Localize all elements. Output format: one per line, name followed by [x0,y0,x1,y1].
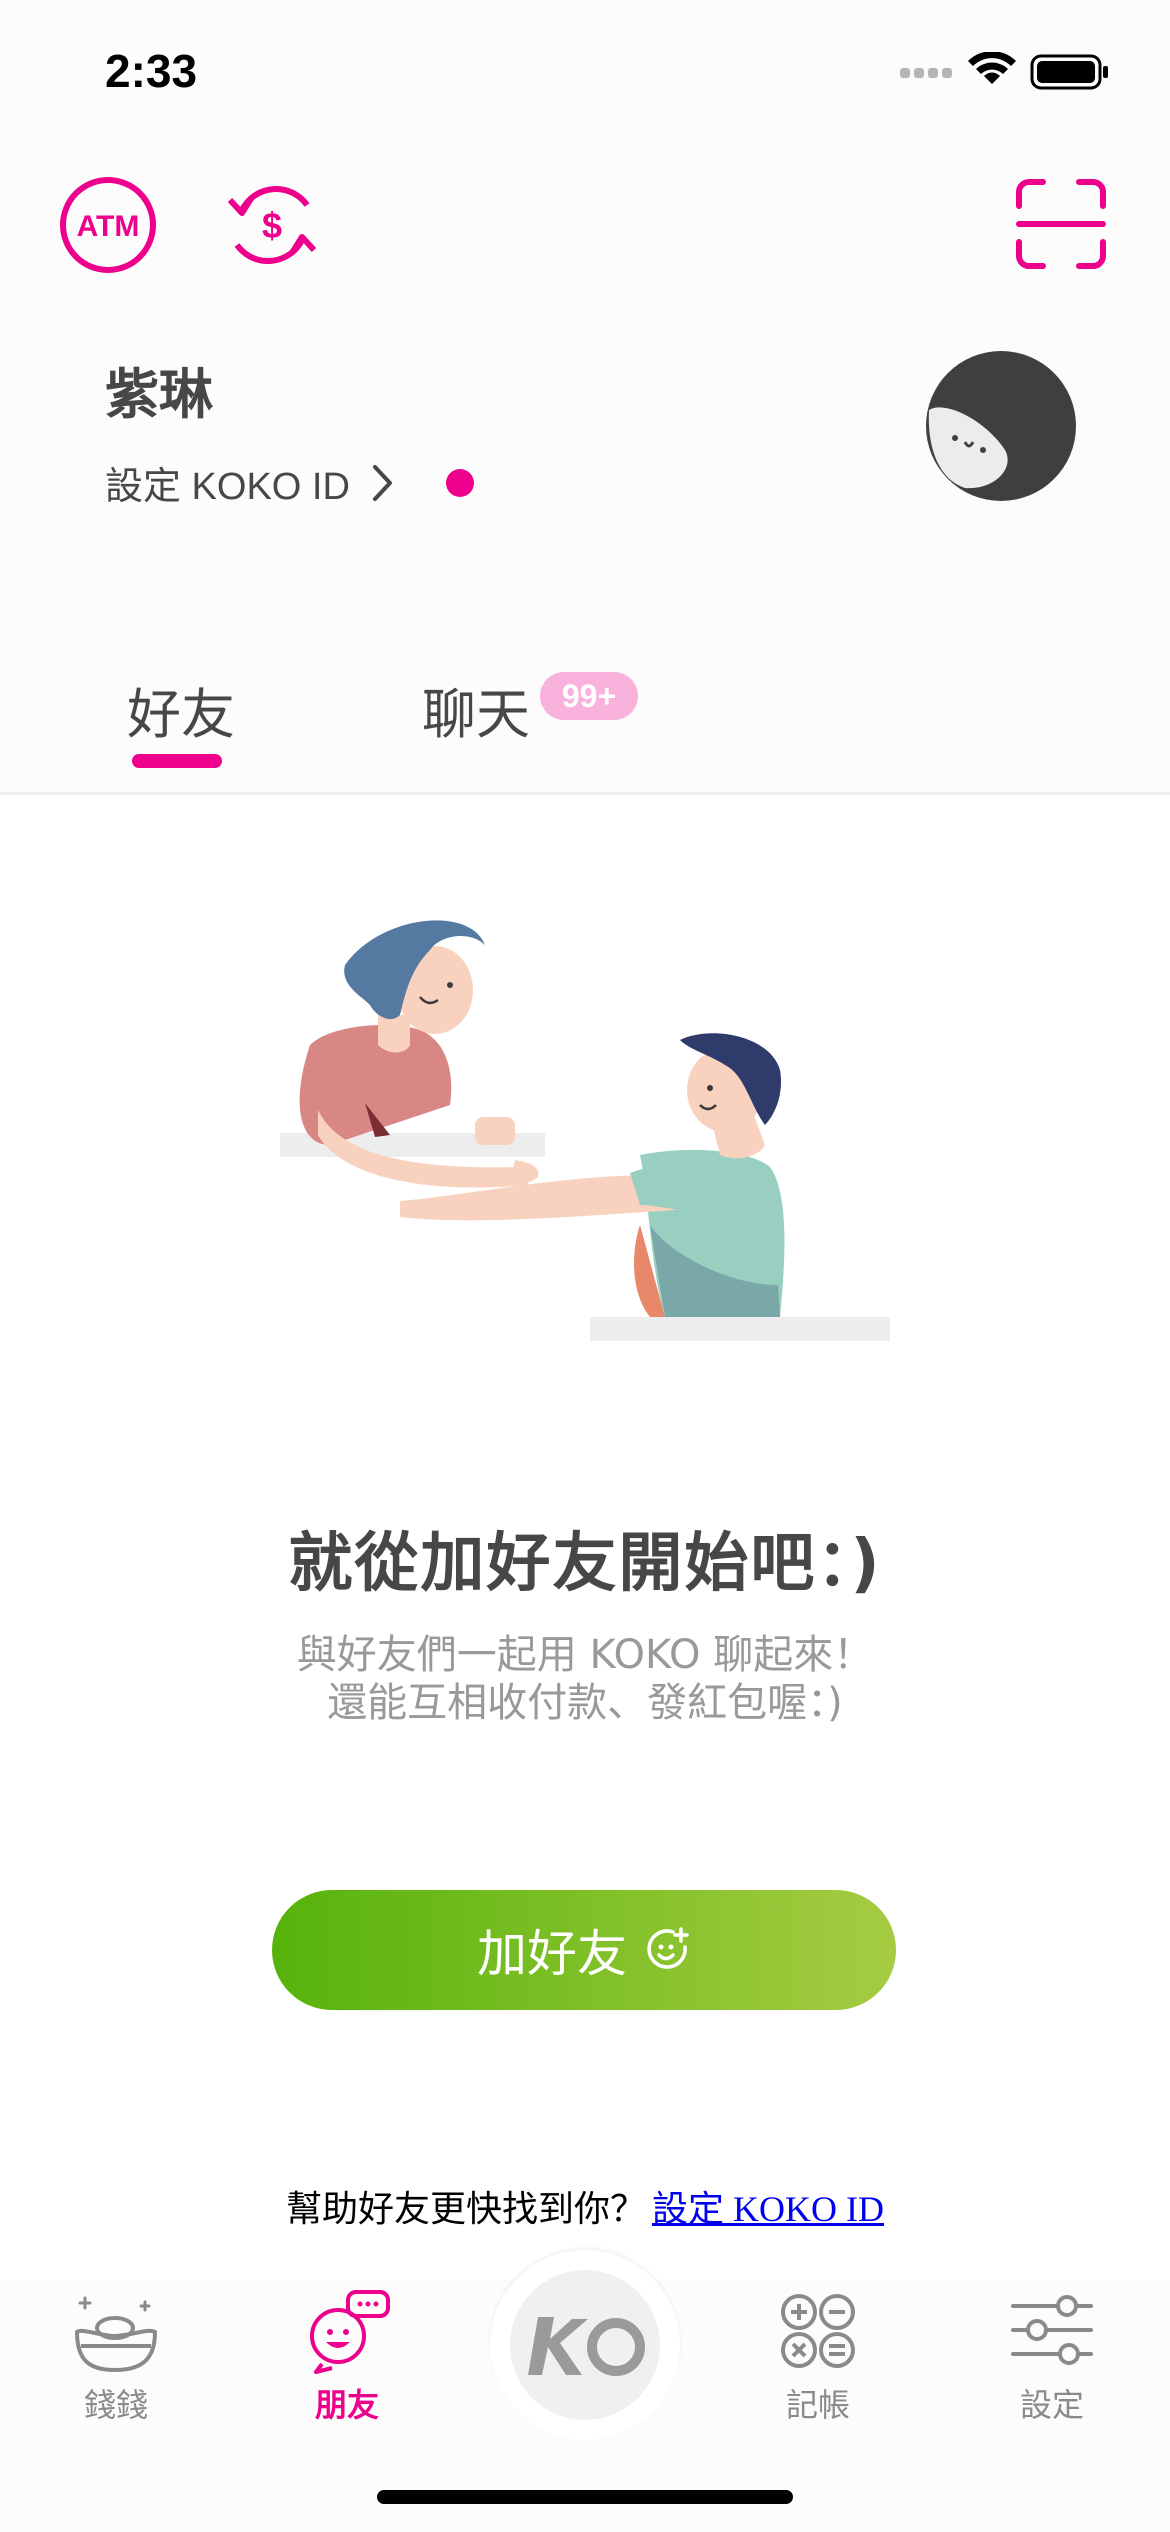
nav-item-settings[interactable]: 設定 [972,2288,1132,2426]
add-friend-button-label: 加好友 [477,1925,627,1983]
friends-icon [310,2290,390,2374]
calculator-icon [781,2294,855,2368]
wifi-icon [968,52,1016,84]
ko-logo-icon [528,2317,645,2376]
help-text: 幫助好友更快找到你？ [286,2189,647,2229]
tab-friends[interactable]: 好友 [127,670,235,749]
handshake-illustration [280,920,890,1341]
empty-state-subtitle-line2: 還能互相收付款、發紅包喔：) [327,1680,843,1726]
status-time: 2:33 [105,45,198,97]
atm-icon[interactable]: ATM [58,175,158,275]
home-indicator [377,2490,793,2504]
scan-icon[interactable] [1015,178,1107,270]
notification-dot [445,468,474,497]
svg-text:ATM: ATM [77,210,140,243]
ko-logo-button[interactable] [510,2270,660,2420]
nav-label-money: 錢錢 [83,2386,148,2424]
money-icon [74,2296,158,2373]
add-friend-button[interactable]: 加好友 [272,1890,896,2010]
chevron-right-icon [372,464,392,501]
nav-item-money[interactable]: 錢錢 [36,2288,196,2426]
koko-id-label: 設定 KOKO ID [105,466,350,508]
empty-state-title: 就從加好友開始吧：) [288,1527,882,1601]
add-friend-icon [647,1927,689,1969]
svg-text:$: $ [262,205,282,246]
nav-item-bookkeeping[interactable]: 記帳 [738,2288,898,2426]
user-name: 紫琳 [105,363,213,426]
chat-unread-badge: 99+ [540,672,638,720]
avatar[interactable] [925,350,1077,502]
set-koko-id-link[interactable]: 設定 KOKO ID [652,2189,884,2229]
set-koko-id-row[interactable]: 設定 KOKO ID [105,455,474,510]
tab-chat[interactable]: 聊天 [422,670,530,749]
status-icons [900,52,1108,90]
nav-label-bookkeeping: 記帳 [785,2386,850,2424]
tab-active-indicator [132,754,222,768]
nav-label-settings: 設定 [1019,2386,1084,2424]
nav-label-friends: 朋友 [314,2386,379,2424]
sliders-icon [1011,2295,1093,2365]
currency-exchange-icon[interactable]: $ [222,175,322,275]
nav-item-friends[interactable]: 朋友 [267,2288,427,2426]
signal-icon [900,68,952,78]
battery-icon [1030,54,1108,90]
help-text-row: 幫助好友更快找到你？ 設定 KOKO ID [0,2180,1170,2232]
